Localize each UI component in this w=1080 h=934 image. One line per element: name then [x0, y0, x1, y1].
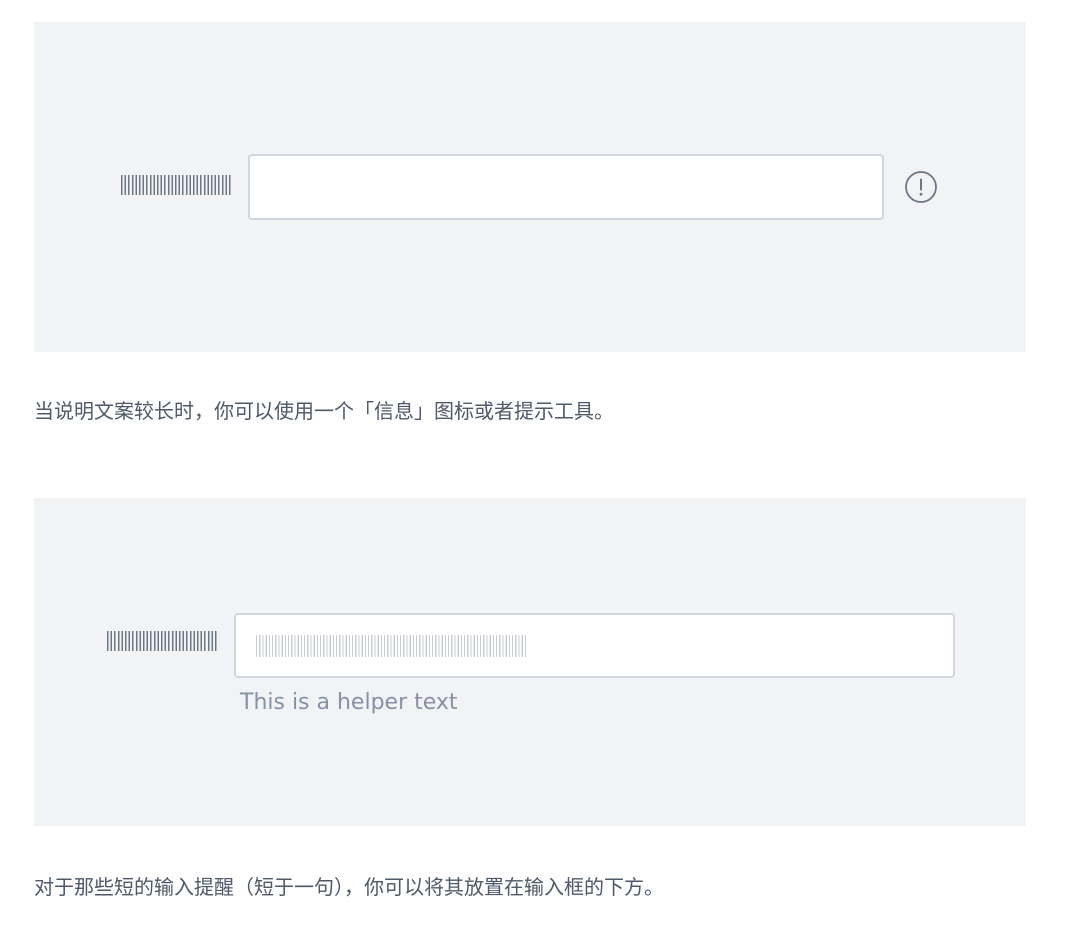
- example-panel-info-icon: [34, 22, 1026, 352]
- info-circle-icon[interactable]: [904, 170, 938, 204]
- caption-info-icon: 当说明文案较长时，你可以使用一个「信息」图标或者提示工具。: [34, 399, 614, 423]
- text-input[interactable]: [248, 154, 884, 220]
- caption-helper-text: 对于那些短的输入提醒（短于一句），你可以将其放置在输入框的下方。: [34, 875, 664, 899]
- example-panel-helper-text: This is a helper text: [34, 498, 1026, 826]
- text-input[interactable]: [234, 613, 955, 678]
- helper-text: This is a helper text: [240, 690, 458, 715]
- input-value: [256, 635, 526, 657]
- field-label: [121, 175, 232, 195]
- field-label: [107, 631, 218, 651]
